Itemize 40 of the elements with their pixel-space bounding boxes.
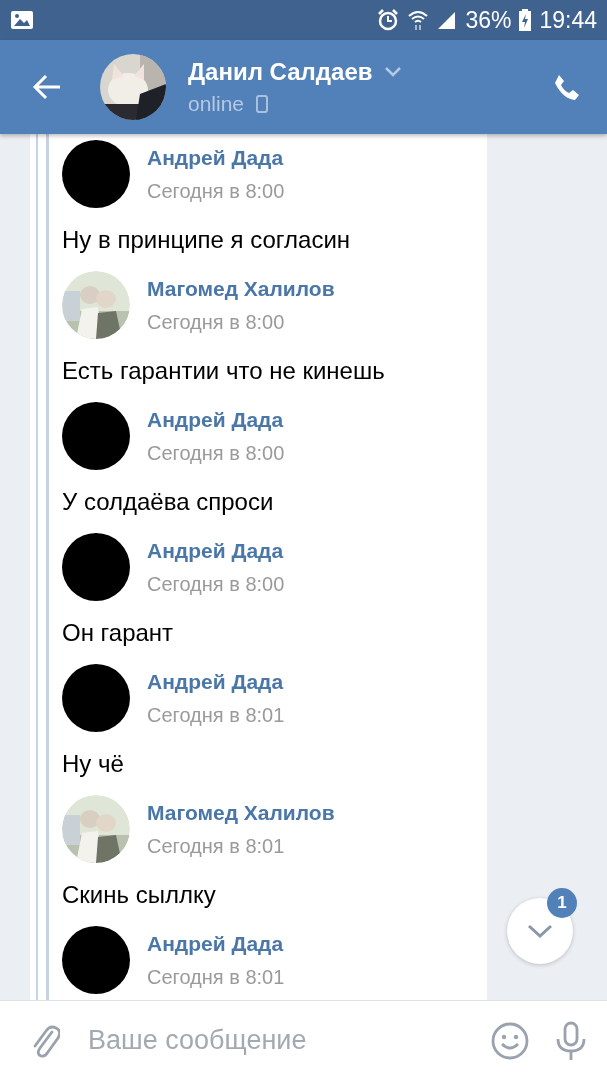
message-text: Есть гарантии что не кинешь bbox=[62, 356, 386, 386]
message-text: Он гарант bbox=[62, 618, 175, 648]
back-icon[interactable] bbox=[32, 74, 62, 100]
chevron-down-icon bbox=[527, 924, 553, 938]
chevron-down-icon[interactable] bbox=[384, 67, 401, 77]
message-time: Сегодня в 8:00 bbox=[147, 310, 286, 334]
message-text: Скинь сыллку bbox=[62, 880, 217, 910]
online-status: online bbox=[188, 92, 245, 116]
author-name[interactable]: Магомед Халилов bbox=[147, 800, 335, 825]
message-composer[interactable]: Ваше сообщение bbox=[0, 1000, 607, 1080]
author-name[interactable]: Андрей Дада bbox=[147, 931, 285, 956]
message-time: Сегодня в 8:00 bbox=[147, 179, 285, 203]
message-time: Сегодня в 8:00 bbox=[147, 572, 285, 596]
battery-icon bbox=[519, 9, 532, 31]
unread-badge: 1 bbox=[547, 888, 577, 918]
scroll-down-button[interactable] bbox=[507, 898, 573, 964]
author-name[interactable]: Андрей Дада bbox=[147, 407, 285, 432]
message-time: Сегодня в 8:00 bbox=[147, 441, 285, 465]
clock: 19:44 bbox=[539, 6, 597, 34]
image-icon bbox=[10, 10, 34, 30]
author-name[interactable]: Андрей Дада bbox=[147, 145, 285, 170]
message-input[interactable]: Ваше сообщение bbox=[86, 1014, 465, 1067]
phone-device-icon bbox=[256, 95, 269, 113]
author-name[interactable]: Андрей Дада bbox=[147, 538, 285, 563]
alarm-icon bbox=[377, 9, 400, 31]
battery-percent: 36% bbox=[465, 6, 512, 34]
emoji-icon[interactable] bbox=[491, 1021, 529, 1060]
message-text: Ну чё bbox=[62, 749, 125, 779]
wifi-icon bbox=[407, 9, 430, 31]
message-text: У солдаёва спроси bbox=[62, 487, 275, 517]
call-icon[interactable] bbox=[553, 73, 581, 101]
microphone-icon[interactable] bbox=[555, 1020, 587, 1061]
author-name[interactable]: Андрей Дада bbox=[147, 669, 285, 694]
message-time: Сегодня в 8:01 bbox=[147, 703, 285, 727]
message-text: Ну в принципе я согласин bbox=[62, 225, 352, 255]
signal-icon bbox=[437, 10, 458, 30]
message-time: Сегодня в 8:01 bbox=[147, 834, 286, 858]
contact-name[interactable]: Данил Салдаев bbox=[188, 58, 373, 86]
message-time: Сегодня в 8:01 bbox=[147, 965, 285, 989]
author-name[interactable]: Магомед Халилов bbox=[147, 276, 335, 301]
